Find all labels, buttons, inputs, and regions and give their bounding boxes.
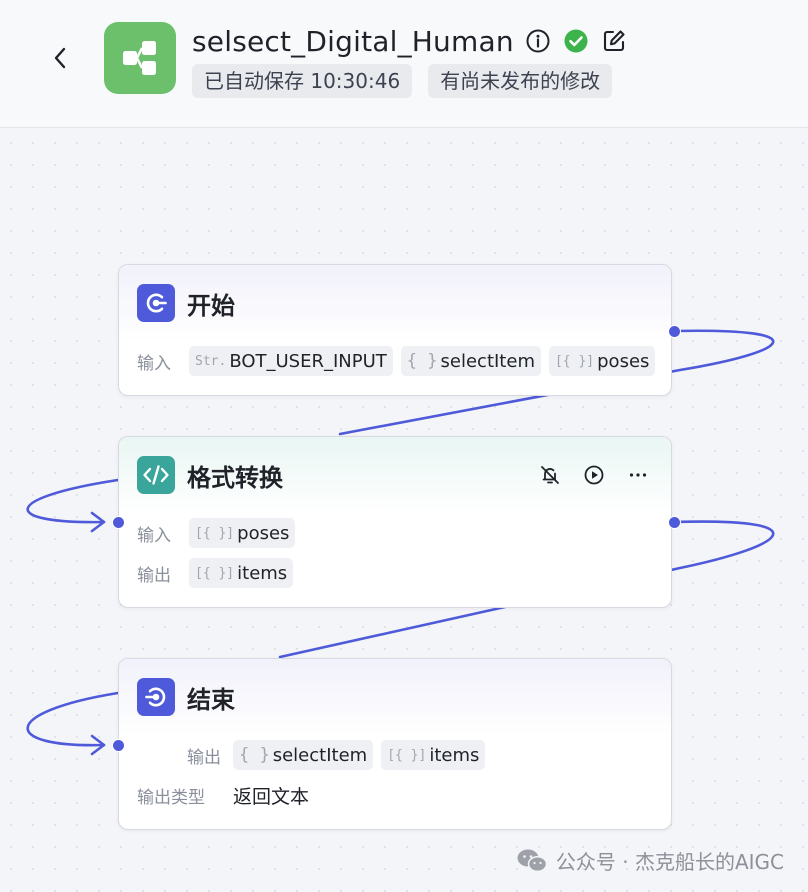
bell-off-icon <box>541 466 559 484</box>
code-node-title: 格式转换 <box>187 463 283 492</box>
end-output-type-value: 返回文本 <box>233 785 310 808</box>
end-output-type-label: 输出类型 <box>137 787 205 808</box>
start-input-tag: Str. BOT_USER_INPUT <box>189 346 393 376</box>
end-output-label: 输出 <box>187 747 221 768</box>
run-button[interactable] <box>579 460 609 490</box>
start-node[interactable]: 开始 输入 Str. BOT_USER_INPUT { } selectItem… <box>118 264 672 396</box>
start-node-title: 开始 <box>187 291 235 320</box>
start-icon <box>146 293 167 313</box>
workflow-header: selsect_Digital_Human 已自动保存 10:30:46 有尚未… <box>0 0 808 128</box>
workflow-title: selsect_Digital_Human <box>192 24 514 58</box>
chevron-left-icon <box>54 47 66 69</box>
code-input-label: 输入 <box>137 525 171 546</box>
end-icon <box>145 687 166 707</box>
mute-button[interactable] <box>535 460 565 490</box>
edge-start-to-code-entry <box>26 478 120 524</box>
arrow-end-input <box>90 734 106 756</box>
back-button[interactable] <box>44 40 76 76</box>
end-node[interactable]: 结束 输出 { } selectItem [{ }] items 输出类型 返回… <box>118 658 672 830</box>
end-node-icon <box>137 678 175 716</box>
start-input-tag: [{ }] poses <box>548 346 656 376</box>
start-input-label: 输入 <box>137 353 171 374</box>
start-input-tag: { } selectItem <box>400 346 541 376</box>
code-output-tag: [{ }] items <box>189 558 294 588</box>
end-input-port[interactable] <box>112 739 125 752</box>
play-icon <box>584 465 604 485</box>
code-icon <box>143 465 169 485</box>
workflow-icon <box>123 41 156 75</box>
unpublished-badge: 有尚未发布的修改 <box>428 64 613 98</box>
watermark: 公众号 · 杰克船长的AIGC <box>516 846 784 875</box>
code-input-tag: [{ }] poses <box>189 518 296 548</box>
wechat-icon <box>517 849 548 872</box>
edit-icon <box>603 30 625 52</box>
end-node-title: 结束 <box>187 685 235 714</box>
code-output-port[interactable] <box>668 516 681 529</box>
more-icon <box>629 473 647 477</box>
edge-code-to-end-entry <box>26 691 120 747</box>
code-input-port[interactable] <box>112 516 125 529</box>
check-circle-icon <box>564 29 588 53</box>
end-output-tag: [{ }] items <box>381 740 486 770</box>
end-output-tag: { } selectItem <box>233 740 374 770</box>
autosave-badge: 已自动保存 10:30:46 <box>192 64 413 98</box>
watermark-text: 公众号 · 杰克船长的AIGC <box>555 850 784 874</box>
workflow-logo <box>104 22 176 94</box>
published-status <box>562 27 590 55</box>
arrow-code-input <box>90 511 106 533</box>
code-output-label: 输出 <box>137 565 171 586</box>
start-output-port[interactable] <box>668 325 681 338</box>
edit-button[interactable] <box>600 27 628 55</box>
code-node-icon <box>137 456 175 494</box>
more-button[interactable] <box>623 460 653 490</box>
info-icon <box>526 29 550 53</box>
info-button[interactable] <box>524 27 552 55</box>
code-node[interactable]: 格式转换 输入 [{}] poses 输出 [{}] items <box>118 436 672 608</box>
start-node-icon <box>137 284 175 322</box>
